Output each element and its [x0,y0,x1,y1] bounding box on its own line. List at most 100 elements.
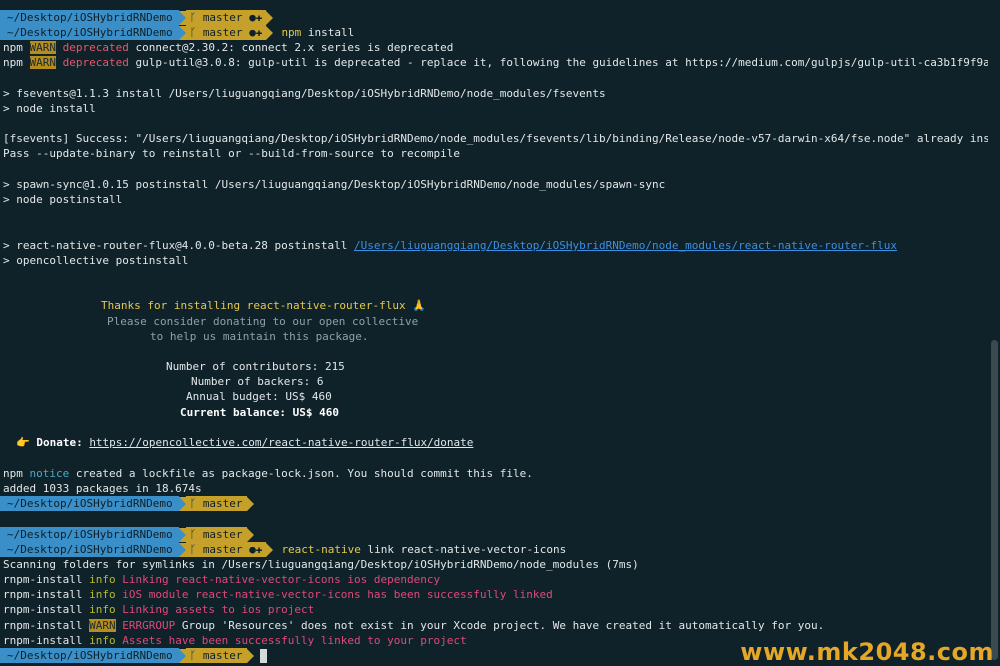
rnpm-line: rnpm-install info Linking react-native-v… [3,572,440,587]
prompt-git-segment: ᚴ master [185,527,247,542]
rnpm-message: Linking react-native-vector-icons ios de… [115,573,441,586]
command-args: link react-native-vector-icons [360,543,567,556]
output-line: Pass --update-binary to reinstall or --b… [3,147,460,160]
watermark-text: www.mk2048.com [740,638,994,666]
output-line: > react-native-router-flux@4.0.0-beta.28… [3,238,897,253]
prompt-separator [266,542,274,557]
stat-backers: Number of backers: 6 [191,375,324,388]
prompt-branch: master [202,543,243,556]
git-status-icon: ●✚ [249,26,263,39]
stat-budget: Annual budget: US$ 460 [186,390,332,403]
prompt-directory: ~/Desktop/iOSHybridRNDemo [0,527,179,542]
git-branch-icon: ᚴ [189,26,197,39]
prompt-directory: ~/Desktop/iOSHybridRNDemo [0,25,179,40]
prompt-separator [178,496,186,511]
prompt-branch: master [202,497,243,510]
prompt-separator [246,527,254,542]
warn-level: deprecated [62,41,129,54]
shell-prompt: ~/Desktop/iOSHybridRNDemo ᚴ master [0,527,254,542]
prompt-branch: master [202,26,243,39]
prompt-separator [266,10,274,25]
error-code: ERRGROUP [122,619,176,632]
prompt-separator [178,542,186,557]
output-line: added 1033 packages in 18.674s [3,482,202,495]
output-line: > fsevents@1.1.3 install /Users/liuguang… [3,87,606,100]
info-tag: info [89,603,116,616]
shell-prompt: ~/Desktop/iOSHybridRNDemo ᚴ master ●✚ np… [0,25,354,40]
donate-line: 👉 Donate: https://opencollective.com/rea… [16,435,473,450]
prompt-separator [178,648,186,663]
prompt-git-segment: ᚴ master ●✚ [185,10,267,25]
rnpm-message: Linking assets to ios project [115,603,315,616]
prompt-separator [266,25,274,40]
warn-tag: WARN [89,619,116,632]
output-line: Scanning folders for symlinks in /Users/… [3,558,639,571]
prompt-directory: ~/Desktop/iOSHybridRNDemo [0,10,179,25]
shell-prompt: ~/Desktop/iOSHybridRNDemo ᚴ master ●✚ [0,10,274,25]
prompt-directory: ~/Desktop/iOSHybridRNDemo [0,648,179,663]
output-line: [fsevents] Success: "/Users/liuguangqian… [3,132,1000,145]
info-tag: info [89,573,116,586]
info-tag: info [89,634,116,647]
prompt-separator [178,10,186,25]
rnpm-message: iOS module react-native-vector-icons has… [115,588,553,601]
warn-message: gulp-util@3.0.8: gulp-util is deprecated… [128,56,1000,69]
command-name: npm [281,26,302,39]
git-branch-icon: ᚴ [189,649,197,662]
rnpm-prefix: rnpm-install [3,588,83,601]
npm-warn-line: npm WARN deprecated gulp-util@3.0.8: gul… [3,55,1000,70]
shell-prompt: ~/Desktop/iOSHybridRNDemo ᚴ master ●✚ re… [0,542,566,557]
shell-prompt-active: ~/Desktop/iOSHybridRNDemo ᚴ master [0,648,267,663]
command-text: react-native link react-native-vector-ic… [281,542,566,557]
terminal-output[interactable]: ~/Desktop/iOSHybridRNDemo ᚴ master ●✚ ~/… [0,0,1000,666]
npm-prefix: npm [3,41,23,54]
path-link[interactable]: /Users/liuguangqiang/Desktop/iOSHybridRN… [354,239,897,252]
warn-message: connect@2.30.2: connect 2.x series is de… [128,41,454,54]
rnpm-prefix: rnpm-install [3,634,83,647]
rnpm-line: rnpm-install info iOS module react-nativ… [3,587,553,602]
prompt-git-segment: ᚴ master [185,496,247,511]
rnpm-prefix: rnpm-install [3,603,83,616]
stat-contributors: Number of contributors: 215 [166,360,345,373]
git-branch-icon: ᚴ [189,528,197,541]
terminal-cursor[interactable] [259,648,267,663]
scrollbar-thumb[interactable] [991,340,998,660]
rnpm-message: Group 'Resources' does not exist in your… [175,619,825,632]
git-branch-icon: ᚴ [189,11,197,24]
prompt-separator [246,496,254,511]
donate-label: Donate: [36,436,83,449]
prompt-directory: ~/Desktop/iOSHybridRNDemo [0,542,179,557]
git-branch-icon: ᚴ [189,543,197,556]
opencollective-consider: Please consider donating to our open col… [107,315,419,328]
donate-link[interactable]: https://opencollective.com/react-native-… [89,436,473,449]
prompt-branch: master [202,11,243,24]
npm-prefix: npm [3,56,23,69]
command-text: npm install [281,25,354,40]
warn-tag: WARN [29,41,56,54]
prompt-separator [178,527,186,542]
pointing-hand-icon: 👉 [16,436,30,449]
output-line: > opencollective postinstall [3,254,189,267]
rnpm-line: rnpm-install info Linking assets to ios … [3,602,314,617]
notice-message: created a lockfile as package-lock.json.… [69,467,533,480]
opencollective-thanks: Thanks for installing react-native-route… [101,299,426,312]
prompt-git-segment: ᚴ master [185,648,247,663]
output-text: > react-native-router-flux@4.0.0-beta.28… [3,239,354,252]
npm-prefix: npm [3,467,23,480]
prompt-git-segment: ᚴ master ●✚ [185,542,267,557]
git-status-icon: ●✚ [249,543,263,556]
command-args: install [301,26,355,39]
rnpm-prefix: rnpm-install [3,573,83,586]
rnpm-line: rnpm-install info Assets have been succe… [3,633,467,648]
warn-tag: WARN [29,56,56,69]
opencollective-maintain: to help us maintain this package. [150,330,369,343]
git-branch-icon: ᚴ [189,497,197,510]
prompt-branch: master [202,649,243,662]
stat-balance: Current balance: US$ 460 [180,406,339,419]
prompt-separator [178,25,186,40]
scrollbar[interactable] [988,0,1000,666]
command-name: react-native [281,543,361,556]
rnpm-line: rnpm-install WARN ERRGROUP Group 'Resour… [3,618,824,633]
output-line: > node install [3,102,96,115]
notice-tag: notice [29,467,70,480]
